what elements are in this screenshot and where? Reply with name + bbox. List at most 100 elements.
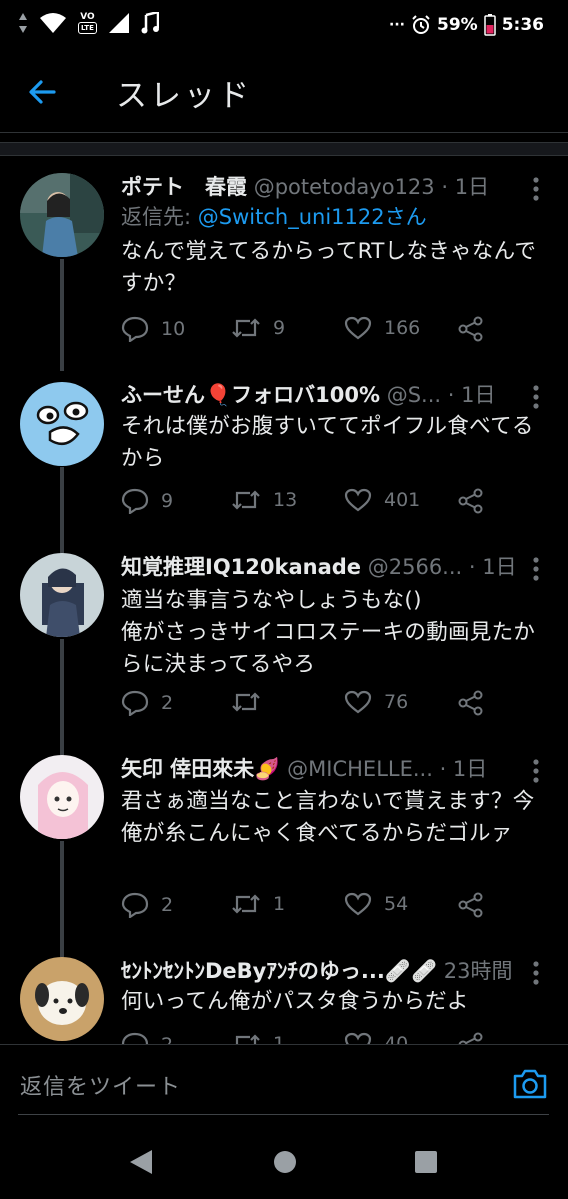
share-action[interactable]	[458, 690, 484, 716]
reply-icon	[121, 488, 149, 514]
reply-composer-bar: 返信をツイート	[0, 1044, 568, 1127]
tweet-time: · 1日	[439, 757, 488, 781]
user-handle[interactable]: @MICHELLE...	[287, 757, 433, 781]
reply-action[interactable]: 10	[121, 316, 185, 342]
avatar[interactable]	[20, 957, 104, 1041]
share-icon	[458, 892, 483, 918]
like-action[interactable]: 166	[344, 316, 420, 340]
reply-input-underline	[18, 1114, 549, 1115]
more-menu-button[interactable]	[528, 176, 544, 202]
thread-connector	[60, 259, 64, 371]
retweet-count: 1	[273, 893, 286, 915]
more-menu-button[interactable]	[528, 556, 544, 582]
more-menu-button[interactable]	[528, 960, 544, 986]
status-dots: ···	[389, 17, 405, 33]
display-name[interactable]: 矢印 倖田來未🍠	[121, 757, 280, 781]
reply-icon	[121, 1032, 149, 1044]
camera-icon	[513, 1069, 547, 1099]
tweet[interactable]: 知覚推理IQ120kanade @2566... · 1日 適当な事言うなやしょ…	[0, 536, 568, 763]
tweet-actions: 2 1 40	[121, 1032, 551, 1044]
tweet-actions: 10 9 166	[121, 316, 551, 346]
more-vertical-icon	[533, 759, 539, 783]
tweet[interactable]: ｾﾝﾄﾝｾﾝﾄﾝDeByｱﾝﾁのゆっ...🩹🩹 23時間 何いってん俺がパスタ食…	[0, 940, 568, 1044]
retweet-action[interactable]: 13	[231, 488, 297, 512]
more-vertical-icon	[533, 385, 539, 409]
retweet-icon	[232, 692, 260, 712]
retweet-icon	[232, 318, 260, 338]
heart-icon	[344, 892, 372, 916]
volte-icon: VO LTE	[78, 12, 97, 34]
avatar[interactable]	[20, 553, 104, 637]
user-handle[interactable]: @potetodayo123	[254, 175, 435, 199]
camera-button[interactable]	[512, 1067, 548, 1101]
data-arrows-icon	[19, 13, 27, 33]
alarm-icon	[412, 15, 430, 34]
nav-recents-icon[interactable]	[414, 1150, 438, 1174]
system-nav-bar	[0, 1126, 568, 1199]
reply-icon	[121, 316, 149, 342]
back-button[interactable]	[26, 72, 66, 112]
reply-action[interactable]: 2	[121, 1032, 173, 1044]
retweet-action[interactable]: 9	[231, 316, 285, 340]
more-menu-button[interactable]	[528, 384, 544, 410]
tweet[interactable]: ふーせん🎈フォロバ100% @S... · 1日 それは僕がお腹すいててポイフル…	[0, 364, 568, 562]
share-action[interactable]	[458, 1032, 484, 1044]
nav-home-icon[interactable]	[272, 1149, 298, 1175]
retweet-action[interactable]: 1	[231, 892, 285, 916]
reply-action[interactable]: 9	[121, 488, 173, 514]
heart-icon	[344, 316, 372, 340]
display-name[interactable]: 知覚推理IQ120kanade	[121, 555, 361, 579]
battery-percent: 59%	[437, 15, 478, 35]
avatar[interactable]	[20, 382, 104, 466]
share-icon	[458, 690, 483, 716]
avatar-image	[20, 382, 104, 466]
reply-action[interactable]: 2	[121, 892, 173, 918]
share-action[interactable]	[458, 892, 484, 918]
nav-back-icon[interactable]	[128, 1148, 154, 1176]
like-action[interactable]: 401	[344, 488, 420, 512]
reply-to-line: 返信先: @Switch_uni1122さん	[121, 202, 427, 232]
display-name[interactable]: ポテト 春霞	[121, 175, 247, 199]
avatar-image	[20, 173, 104, 257]
user-handle[interactable]: @S...	[387, 383, 441, 407]
like-count: 76	[384, 691, 409, 713]
thread-list[interactable]: ポテト 春霞 @potetodayo123 · 1日 返信先: @Switch_…	[0, 156, 568, 1044]
more-vertical-icon	[533, 961, 539, 985]
like-action[interactable]: 40	[344, 1032, 408, 1044]
share-action[interactable]	[458, 488, 484, 514]
display-name[interactable]: ふーせん🎈フォロバ100%	[121, 383, 380, 407]
more-vertical-icon	[533, 557, 539, 581]
retweet-icon	[232, 490, 260, 510]
display-name[interactable]: ｾﾝﾄﾝｾﾝﾄﾝDeByｱﾝﾁのゆっ...🩹🩹	[121, 959, 437, 983]
reply-input[interactable]: 返信をツイート	[20, 1069, 181, 1101]
user-handle[interactable]: @2566...	[368, 555, 462, 579]
status-bar: VO LTE ··· 59% 5:36	[0, 0, 568, 52]
avatar[interactable]	[20, 755, 104, 839]
like-action[interactable]: 76	[344, 690, 408, 714]
share-action[interactable]	[458, 316, 484, 342]
retweet-icon	[235, 1034, 260, 1044]
share-icon	[458, 316, 483, 342]
reply-action[interactable]: 2	[121, 690, 173, 716]
tweet-actions: 2 76	[121, 690, 551, 720]
avatar[interactable]	[20, 173, 104, 257]
retweet-action[interactable]	[231, 690, 273, 714]
retweet-count: 9	[273, 317, 286, 339]
tweet-header: ｾﾝﾄﾝｾﾝﾄﾝDeByｱﾝﾁのゆっ...🩹🩹 23時間	[121, 956, 521, 986]
more-menu-button[interactable]	[528, 758, 544, 784]
tweet[interactable]: 矢印 倖田來未🍠 @MICHELLE... · 1日 君さぁ適当なこと言わないで…	[0, 738, 568, 965]
retweet-action[interactable]: 1	[231, 1032, 285, 1044]
reply-count: 9	[161, 490, 174, 512]
heart-icon	[344, 690, 372, 714]
tweet-actions: 9 13 401	[121, 488, 551, 518]
reply-icon	[121, 892, 149, 918]
clock-time: 5:36	[501, 15, 544, 35]
status-right: ··· 59% 5:36	[389, 14, 544, 36]
reply-to-user-link[interactable]: @Switch_uni1122さん	[198, 205, 427, 229]
share-icon	[458, 488, 483, 514]
avatar-image	[20, 553, 104, 637]
like-action[interactable]: 54	[344, 892, 408, 916]
tweet[interactable]: ポテト 春霞 @potetodayo123 · 1日 返信先: @Switch_…	[0, 156, 568, 371]
music-note-icon	[141, 12, 159, 34]
tweet-time: 23時間	[443, 959, 513, 983]
